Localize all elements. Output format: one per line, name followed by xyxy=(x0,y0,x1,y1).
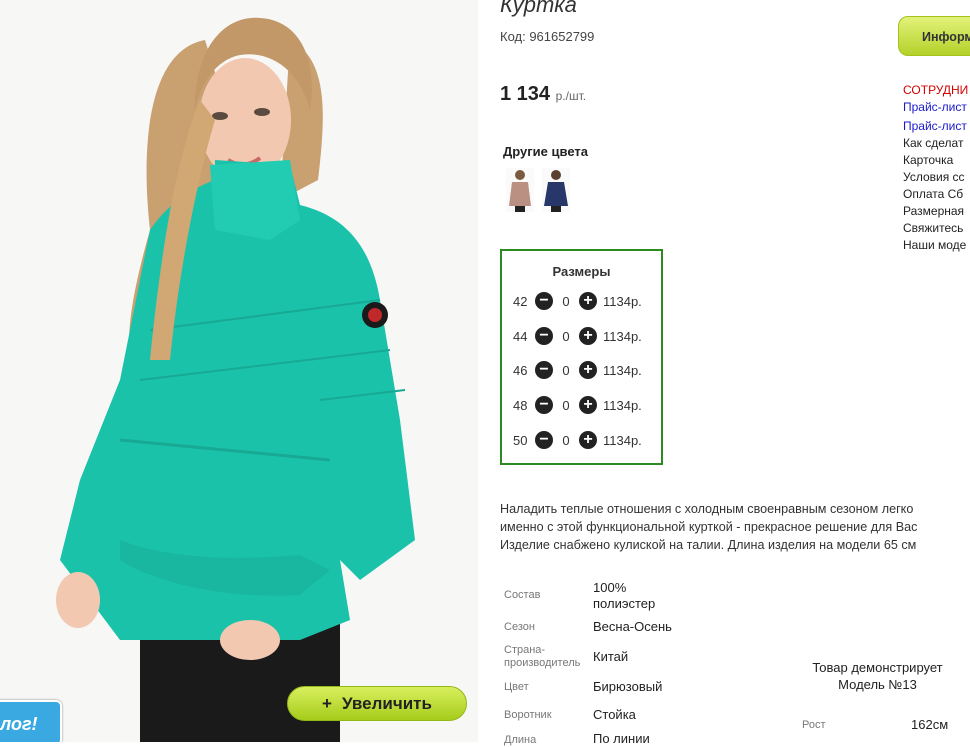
side-link-pricelist[interactable]: Прайс-лист xyxy=(903,119,967,133)
other-colors-label: Другие цвета xyxy=(503,144,588,159)
spec-value: По линии xyxy=(593,731,650,746)
size-row: 46 − 0 + 1134р. xyxy=(513,360,642,380)
spec-label: Цвет xyxy=(504,681,529,693)
minus-icon[interactable]: − xyxy=(535,292,553,310)
spec-label: Сезон xyxy=(504,621,535,633)
side-link-staff[interactable]: СОТРУДНИ xyxy=(903,83,968,97)
plus-icon[interactable]: + xyxy=(579,361,597,379)
color-swatch-beige[interactable] xyxy=(506,168,534,212)
spec-label: Состав xyxy=(504,589,541,601)
product-code: Код: 961652799 xyxy=(500,29,595,44)
side-link-contact[interactable]: Свяжитесь xyxy=(903,221,963,235)
side-link-pricelist[interactable]: Прайс-лист xyxy=(903,100,967,114)
side-link-conditions[interactable]: Условия сс xyxy=(903,170,965,184)
spec-value: Бирюзовый xyxy=(593,679,663,694)
size-price: 1134р. xyxy=(603,432,642,448)
product-title: Куртка xyxy=(500,0,577,17)
price-value: 1 134 xyxy=(500,83,551,105)
minus-icon[interactable]: − xyxy=(535,327,553,345)
description-line: Изделие снабжено кулиской на талии. Длин… xyxy=(500,538,917,552)
zoom-button[interactable]: + Увеличить xyxy=(287,686,467,721)
minus-icon[interactable]: − xyxy=(535,431,553,449)
size-label: 48 xyxy=(513,397,528,413)
quantity-value: 0 xyxy=(562,293,570,309)
quantity-value: 0 xyxy=(562,328,570,344)
price-unit: р./шт. xyxy=(555,89,587,103)
size-price: 1134р. xyxy=(603,397,642,413)
plus-icon[interactable]: + xyxy=(579,292,597,310)
size-label: 44 xyxy=(513,328,528,344)
spec-value: 100% полиэстер xyxy=(593,580,656,611)
side-link-howto[interactable]: Как сделат xyxy=(903,136,963,150)
spec-value: Стойка xyxy=(593,707,636,722)
description-line: Наладить теплые отношения с холодным сво… xyxy=(500,502,914,516)
plus-icon[interactable]: + xyxy=(579,327,597,345)
description-line: именно с этой функциональной курткой - п… xyxy=(500,520,918,534)
side-link-models[interactable]: Наши моде xyxy=(903,238,966,252)
model-note-line: Товар демонстрирует xyxy=(812,660,943,675)
info-button[interactable]: Информ xyxy=(898,16,970,56)
side-link-payment[interactable]: Оплата Сб xyxy=(903,187,963,201)
minus-icon[interactable]: − xyxy=(535,361,553,379)
model-note: Товар демонстрирует Модель №13 xyxy=(800,659,955,693)
product-price: 1 134 р./шт. xyxy=(500,83,586,106)
spec-label: Воротник xyxy=(504,709,552,721)
zoom-button-label: Увеличить xyxy=(341,693,432,713)
jacket-thumbnail-icon xyxy=(509,170,531,212)
plus-icon[interactable]: + xyxy=(579,431,597,449)
spec-value: Весна-Осень xyxy=(593,619,672,634)
spec-label: Страна-производитель xyxy=(504,644,581,669)
catalog-tab[interactable]: лог! xyxy=(0,700,62,742)
size-label: 50 xyxy=(513,432,528,448)
product-photo[interactable]: лог! + Увеличить xyxy=(0,0,478,742)
size-price: 1134р. xyxy=(603,328,642,344)
size-row: 48 − 0 + 1134р. xyxy=(513,395,642,415)
side-link-size-chart[interactable]: Размерная xyxy=(903,204,964,218)
size-price: 1134р. xyxy=(603,362,642,378)
sizes-title: Размеры xyxy=(552,264,611,279)
product-description: Наладить теплые отношения с холодным сво… xyxy=(500,500,970,554)
size-label: 46 xyxy=(513,362,528,378)
size-label: 42 xyxy=(513,293,528,309)
spec-value: Китай xyxy=(593,649,629,664)
sizes-panel: Размеры 42 − 0 + 1134р. 44 − 0 + 1134р. … xyxy=(500,249,663,465)
model-number: Модель №13 xyxy=(838,677,917,692)
side-link-card[interactable]: Карточка xyxy=(903,153,953,167)
jacket-thumbnail-icon xyxy=(544,170,568,212)
model-illustration xyxy=(56,17,415,742)
plus-icon: + xyxy=(322,693,332,713)
size-row: 50 − 0 + 1134р. xyxy=(513,430,642,450)
size-row: 42 − 0 + 1134р. xyxy=(513,291,642,311)
height-label: Рост xyxy=(802,719,826,731)
color-swatch-navy[interactable] xyxy=(542,168,570,212)
quantity-value: 0 xyxy=(562,432,570,448)
plus-icon[interactable]: + xyxy=(579,396,597,414)
size-row: 44 − 0 + 1134р. xyxy=(513,326,642,346)
minus-icon[interactable]: − xyxy=(535,396,553,414)
height-value: 162см xyxy=(911,717,949,732)
quantity-value: 0 xyxy=(562,362,570,378)
spec-label: Длина xyxy=(504,734,537,746)
size-price: 1134р. xyxy=(603,293,642,309)
quantity-value: 0 xyxy=(562,397,570,413)
